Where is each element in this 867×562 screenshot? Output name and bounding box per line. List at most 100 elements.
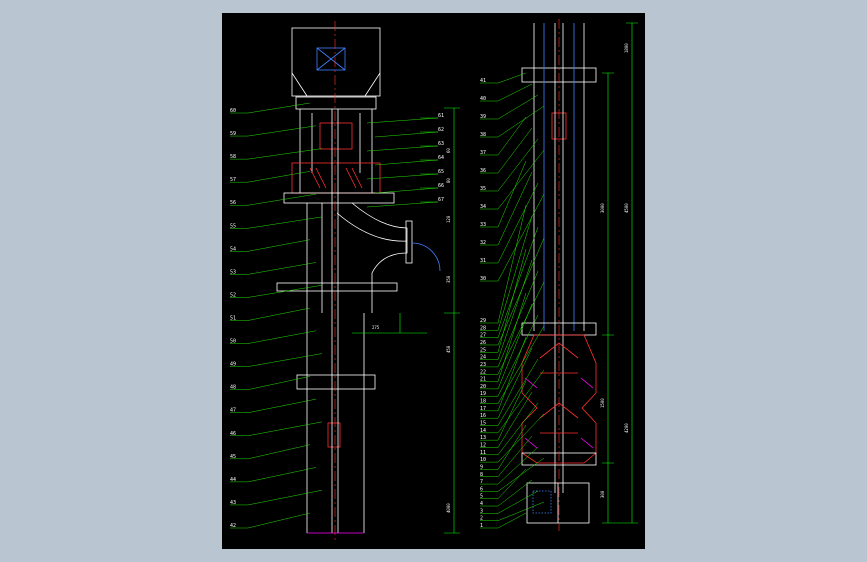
left-view-leader-4 — [230, 193, 317, 206]
left-dim-2: 120 — [446, 215, 451, 223]
right-dimension-texts: 1800 3000 4500 1500 4200 300 — [600, 43, 629, 498]
right-view-label-4: 37 — [480, 150, 486, 156]
left-view-label-6: 54 — [230, 246, 236, 252]
left-view-right-leader-0 — [366, 117, 439, 124]
coupling-column — [299, 109, 373, 193]
right-view-leader-35 — [480, 457, 545, 492]
right-view-label-28: 13 — [480, 435, 486, 441]
right-view-label-21: 20 — [480, 384, 486, 390]
right-view-label-22: 19 — [480, 391, 486, 397]
left-dim-6: 4000 — [446, 503, 451, 513]
right-view-label-11: 30 — [480, 276, 486, 282]
right-dim-5: 300 — [600, 490, 605, 498]
left-view-right-label-3: 64 — [438, 155, 444, 161]
left-view-right-leader-1 — [374, 131, 439, 138]
right-view-label-31: 10 — [480, 457, 486, 463]
left-view-label-8: 52 — [230, 292, 236, 298]
left-view-leader-18 — [230, 512, 311, 529]
right-view-label-27: 14 — [480, 428, 486, 434]
right-dim-3: 1500 — [600, 398, 605, 408]
left-view-right-leader-2 — [366, 145, 439, 152]
left-dim-1: 80 — [446, 178, 451, 183]
right-view-label-3: 38 — [480, 132, 486, 138]
right-view-label-34: 7 — [480, 479, 483, 485]
left-view-label-14: 46 — [230, 431, 236, 437]
right-view-label-14: 27 — [480, 333, 486, 339]
left-view-label-18: 42 — [230, 523, 236, 529]
right-view-leader-12 — [480, 204, 527, 324]
left-view-label-9: 51 — [230, 316, 236, 322]
left-view-right-label-6: 67 — [438, 197, 444, 203]
left-view-leader-13 — [230, 398, 317, 413]
left-view-leader-9 — [230, 307, 311, 321]
drawing-sheet: 60 80 120 350 450 275 4000 60 59 58 57 56 55 5… — [222, 13, 645, 549]
column-flange — [296, 374, 376, 390]
left-view-right-leader-5 — [374, 187, 439, 194]
left-view-label-16: 44 — [230, 477, 236, 483]
right-view-label-15: 26 — [480, 340, 486, 346]
left-view-leader-1 — [230, 125, 317, 137]
right-view-label-36: 5 — [480, 494, 483, 500]
right-view-leader-14 — [480, 226, 539, 338]
motor-taper — [291, 72, 381, 97]
right-view-leader-6 — [480, 138, 539, 192]
left-view — [276, 27, 441, 534]
left-view-leader-2 — [230, 148, 323, 160]
right-view-label-12: 29 — [480, 318, 486, 324]
coupling — [319, 122, 353, 150]
right-view-leader-17 — [480, 259, 533, 360]
left-view-leader-7 — [230, 262, 317, 275]
right-dimensions — [602, 22, 638, 524]
left-view-right-leader-3 — [374, 159, 439, 166]
left-view-label-15: 45 — [230, 454, 236, 460]
right-view-leader-34 — [480, 446, 539, 485]
left-view-right-label-0: 61 — [438, 113, 444, 119]
right-view-label-20: 21 — [480, 377, 486, 383]
right-view-leader-1 — [480, 83, 533, 102]
left-dim-0: 60 — [446, 148, 451, 153]
right-view-label-38: 3 — [480, 508, 483, 514]
left-view-label-7: 53 — [230, 269, 236, 275]
right-view-leader-28 — [480, 380, 527, 441]
right-view-leader-21 — [480, 303, 533, 390]
left-view-right-label-1: 62 — [438, 127, 444, 133]
right-view-label-37: 4 — [480, 501, 483, 507]
terminal-box-cross — [316, 47, 346, 71]
right-view-leader-2 — [480, 94, 539, 120]
right-dim-0: 1800 — [624, 43, 629, 53]
left-view-right-label-2: 63 — [438, 141, 444, 147]
left-view-label-11: 49 — [230, 362, 236, 368]
left-view-leader-12 — [230, 376, 311, 390]
right-view-leader-13 — [480, 215, 533, 331]
left-view-label-4: 56 — [230, 200, 236, 206]
right-view-label-2: 39 — [480, 114, 486, 120]
right-view-label-30: 11 — [480, 450, 486, 456]
right-view-label-24: 17 — [480, 406, 486, 412]
left-view-label-10: 50 — [230, 339, 236, 345]
right-view-label-9: 32 — [480, 240, 486, 246]
right-view-label-10: 31 — [480, 258, 486, 264]
right-view-label-0: 41 — [480, 78, 486, 84]
bearing-housing — [291, 162, 381, 194]
motor-housing — [291, 27, 381, 97]
left-leaders-left: 60 59 58 57 56 55 54 53 52 51 50 49 48 47 46 45 44 43 42 — [230, 102, 323, 529]
left-dim-5: 275 — [372, 325, 380, 330]
right-leaders: 4140393837363534333231302928272625242322… — [480, 72, 545, 529]
right-view-leader-5 — [480, 127, 533, 174]
right-view-label-32: 9 — [480, 464, 483, 470]
right-view-label-6: 35 — [480, 186, 486, 192]
strainer-mesh — [532, 490, 552, 514]
left-view-label-5: 55 — [230, 223, 236, 229]
left-view-right-label-5: 66 — [438, 183, 444, 189]
left-view-leader-16 — [230, 467, 317, 483]
right-view-leader-27 — [480, 369, 545, 434]
left-dim-3: 350 — [446, 275, 451, 283]
left-view-leader-5 — [230, 216, 323, 229]
left-view-leader-17 — [230, 489, 323, 506]
right-view-label-39: 2 — [480, 516, 483, 522]
right-view-leader-7 — [480, 149, 545, 210]
right-view-label-1: 40 — [480, 96, 486, 102]
right-dim-2: 4500 — [624, 203, 629, 213]
motor-flange — [295, 96, 377, 110]
right-view-label-18: 23 — [480, 362, 486, 368]
